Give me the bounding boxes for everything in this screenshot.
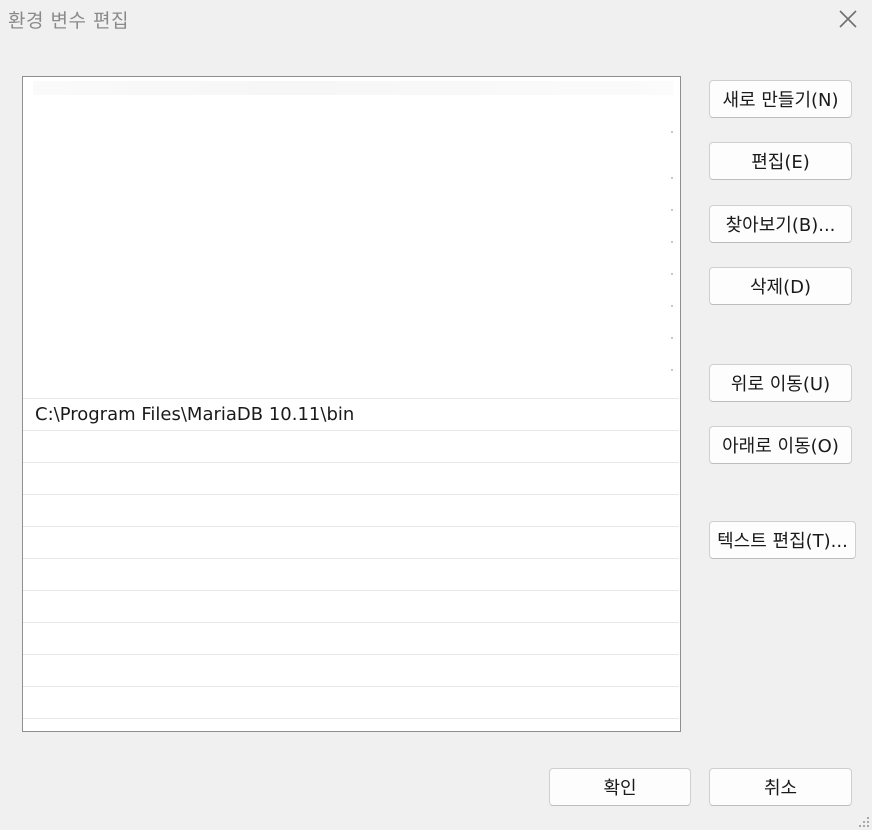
ok-button[interactable]: 확인 — [549, 768, 691, 806]
list-item[interactable] — [23, 559, 679, 591]
move-up-button[interactable]: 위로 이동(U) — [709, 364, 852, 402]
list-item[interactable] — [23, 527, 679, 559]
browse-button[interactable]: 찾아보기(B)... — [709, 205, 852, 243]
move-down-button[interactable]: 아래로 이동(O) — [709, 426, 852, 464]
list-item-mariadb[interactable]: C:\Program Files\MariaDB 10.11\bin — [23, 399, 679, 431]
list-edge-marks — [669, 77, 673, 399]
list-item[interactable] — [23, 687, 679, 719]
list-item[interactable] — [23, 655, 679, 687]
blurred-entries — [23, 77, 679, 399]
list-item[interactable] — [23, 431, 679, 463]
list-item[interactable] — [23, 367, 679, 399]
close-button[interactable] — [830, 2, 866, 36]
window-title: 환경 변수 편집 — [8, 10, 129, 32]
cancel-button[interactable]: 취소 — [709, 768, 852, 806]
title-bar: 환경 변수 편집 — [0, 0, 872, 40]
list-item[interactable] — [23, 463, 679, 495]
delete-button[interactable]: 삭제(D) — [709, 267, 852, 305]
list-item[interactable] — [23, 623, 679, 655]
path-list[interactable]: C:\Program Files\MariaDB 10.11\bin — [22, 76, 681, 732]
resize-grip-icon[interactable] — [858, 816, 870, 828]
edit-text-button[interactable]: 텍스트 편집(T)... — [709, 521, 856, 559]
new-button[interactable]: 새로 만들기(N) — [709, 80, 852, 118]
blurred-row — [33, 81, 673, 95]
list-item[interactable] — [23, 495, 679, 527]
close-icon — [839, 10, 857, 28]
edit-button[interactable]: 편집(E) — [709, 142, 852, 180]
list-item[interactable] — [23, 591, 679, 623]
